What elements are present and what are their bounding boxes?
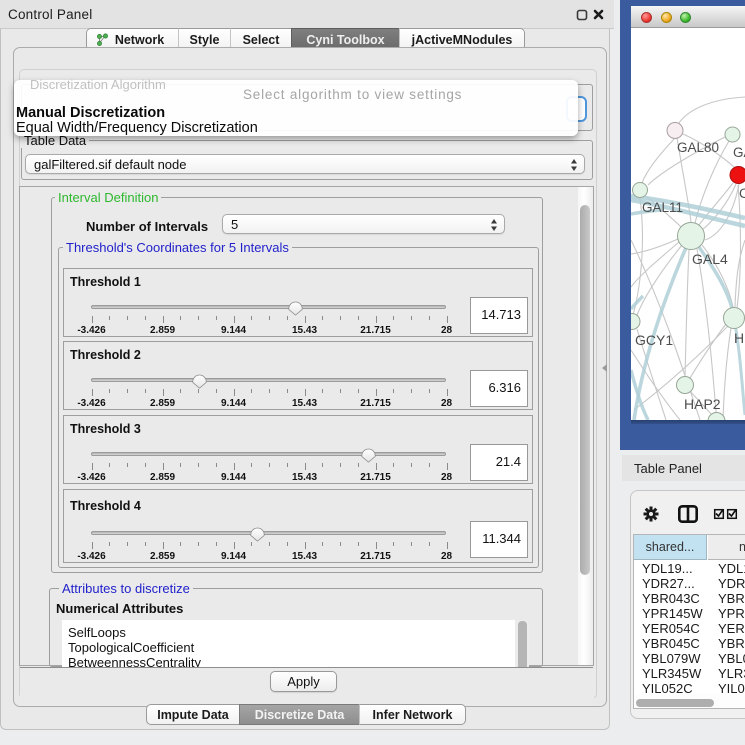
svg-text:HAP2: HAP2 [684, 396, 721, 412]
svg-text:GAL4: GAL4 [692, 251, 728, 267]
svg-text:GAL80: GAL80 [677, 140, 719, 155]
svg-text:GA: GA [733, 145, 745, 160]
svg-text:GCY1: GCY1 [635, 332, 673, 348]
svg-text:H: H [734, 330, 744, 346]
svg-text:GAL11: GAL11 [642, 200, 683, 215]
svg-text:C: C [739, 186, 745, 201]
